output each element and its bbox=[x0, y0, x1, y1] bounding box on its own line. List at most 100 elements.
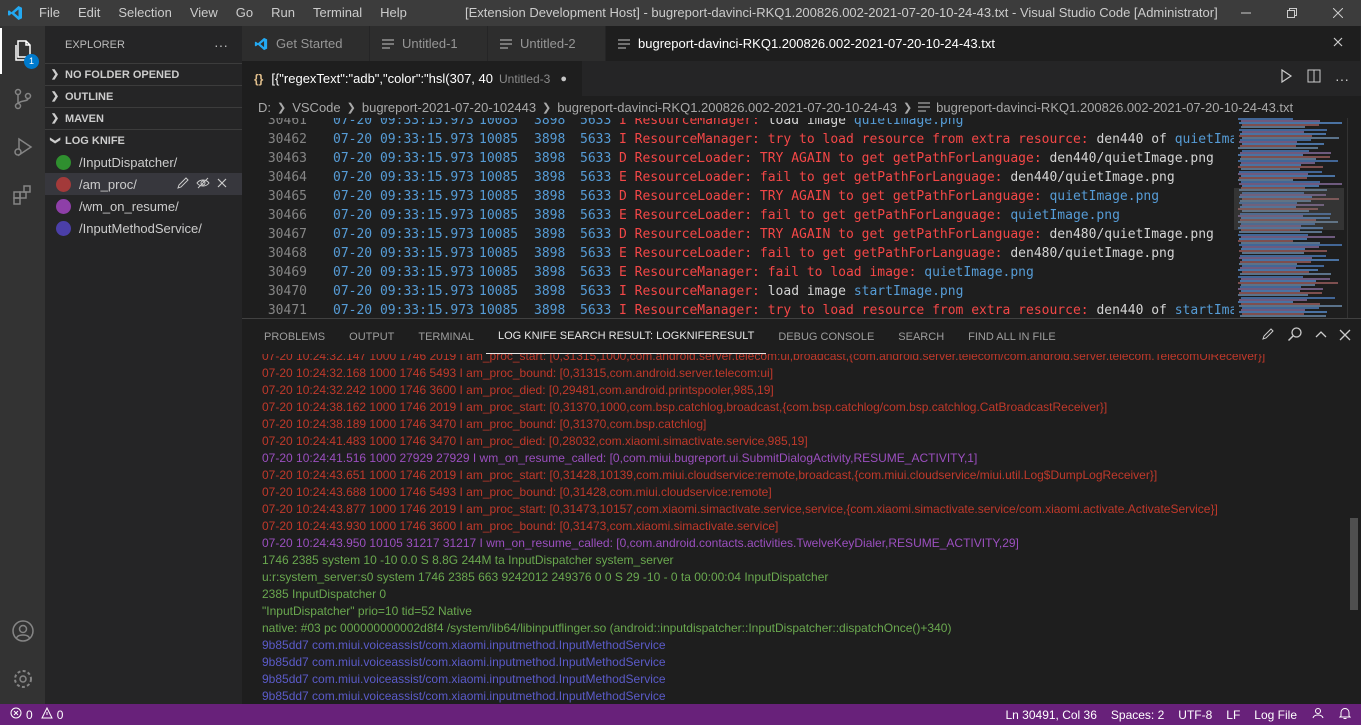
result-line[interactable]: u:r:system_server:s0 system 1746 2385 66… bbox=[262, 569, 828, 586]
tab-untitled-3[interactable]: {} [{"regexText":"adb","color":"hsl(307,… bbox=[242, 61, 582, 96]
close-icon[interactable] bbox=[216, 177, 228, 192]
more-actions-button[interactable]: ··· bbox=[214, 37, 228, 53]
extensions-icon[interactable] bbox=[0, 172, 45, 218]
eye-closed-icon[interactable] bbox=[196, 176, 210, 193]
breadcrumb-item[interactable]: bugreport-2021-07-20-102443 bbox=[362, 100, 536, 115]
menu-go[interactable]: Go bbox=[227, 0, 262, 26]
minimap-slider[interactable] bbox=[1234, 188, 1344, 230]
result-line[interactable]: native: #03 pc 000000000002d8f4 /system/… bbox=[262, 620, 951, 637]
result-line[interactable]: 2385 InputDispatcher 0 bbox=[262, 586, 386, 603]
breadcrumb-item[interactable]: D: bbox=[258, 100, 271, 115]
section-maven[interactable]: ❯ MAVEN bbox=[45, 107, 242, 129]
result-line[interactable]: 07-20 10:24:41.516 1000 27929 27929 I wm… bbox=[262, 450, 977, 467]
result-line[interactable]: 9b85dd7 com.miui.voiceassist/com.xiaomi.… bbox=[262, 688, 666, 705]
section-log-knife[interactable]: ❯ LOG KNIFE bbox=[45, 129, 242, 151]
log-tag: ResourceLoader: TRY AGAIN to get getPath… bbox=[634, 189, 1042, 204]
modified-dot-icon[interactable]: ● bbox=[560, 73, 567, 85]
source-control-icon[interactable] bbox=[0, 76, 45, 122]
feedback-icon[interactable] bbox=[1311, 707, 1325, 722]
tab-debug-console[interactable]: DEBUG CONSOLE bbox=[766, 319, 886, 354]
log-tid: 5633 bbox=[580, 151, 612, 166]
tab-find-all-in-file[interactable]: FIND ALL IN FILE bbox=[956, 319, 1068, 354]
log-filename: quietImage.png bbox=[924, 265, 1034, 280]
log-date: 07-20 09:33:15.973 bbox=[333, 227, 474, 242]
search-icon[interactable] bbox=[1287, 326, 1303, 347]
split-editor-icon[interactable] bbox=[1307, 69, 1321, 88]
tab-untitled-1[interactable]: Untitled-1 bbox=[370, 26, 488, 61]
language-mode[interactable]: Log File bbox=[1254, 708, 1297, 722]
log-knife-item-wm-on-resume[interactable]: /wm_on_resume/ bbox=[45, 195, 242, 217]
close-window-button[interactable] bbox=[1315, 0, 1361, 26]
account-icon[interactable] bbox=[0, 608, 45, 654]
result-line[interactable]: 1746 2385 system 10 -10 0.0 S 8.8G 244M … bbox=[262, 552, 674, 569]
minimize-button[interactable] bbox=[1223, 0, 1269, 26]
tab-terminal[interactable]: TERMINAL bbox=[406, 319, 486, 354]
run-debug-icon[interactable] bbox=[0, 124, 45, 170]
menu-help[interactable]: Help bbox=[371, 0, 416, 26]
panel-scrollbar[interactable] bbox=[1347, 354, 1361, 705]
breadcrumb-item[interactable]: bugreport-davinci-RKQ1.200826.002-2021-0… bbox=[557, 100, 897, 115]
log-pid: 3898 bbox=[534, 151, 566, 166]
result-line[interactable]: 07-20 10:24:38.162 1000 1746 2019 I am_p… bbox=[262, 399, 1107, 416]
editor-scrollbar[interactable] bbox=[1347, 118, 1361, 318]
menu-terminal[interactable]: Terminal bbox=[304, 0, 371, 26]
close-panel-icon[interactable] bbox=[1339, 328, 1351, 346]
problems-status[interactable]: 0 0 bbox=[10, 704, 63, 725]
breadcrumb-item[interactable]: VSCode bbox=[292, 100, 340, 115]
notifications-bell-icon[interactable] bbox=[1338, 707, 1352, 723]
menu-view[interactable]: View bbox=[181, 0, 227, 26]
end-of-line[interactable]: LF bbox=[1226, 708, 1240, 722]
result-line[interactable]: "InputDispatcher" prio=10 tid=52 Native bbox=[262, 603, 472, 620]
tab-bugreport[interactable]: bugreport-davinci-RKQ1.200826.002-2021-0… bbox=[606, 26, 1361, 61]
log-knife-item-inputdispatcher[interactable]: /InputDispatcher/ bbox=[45, 151, 242, 173]
result-line[interactable]: 07-20 10:24:32.242 1000 1746 3600 I am_p… bbox=[262, 382, 774, 399]
log-pid: 3898 bbox=[534, 118, 566, 128]
result-line[interactable]: 07-20 10:24:43.950 10105 31217 31217 I w… bbox=[262, 535, 1019, 552]
result-line[interactable]: 07-20 10:24:43.688 1000 1746 5493 I am_p… bbox=[262, 484, 772, 501]
log-knife-results[interactable]: 07-20 10:24:32.147 1000 1746 2019 I am_p… bbox=[242, 354, 1347, 705]
log-knife-item-inputmethodservice[interactable]: /InputMethodService/ bbox=[45, 217, 242, 239]
menu-edit[interactable]: Edit bbox=[69, 0, 109, 26]
edit-pencil-icon[interactable] bbox=[176, 176, 190, 193]
section-outline[interactable]: ❯ OUTLINE bbox=[45, 85, 242, 107]
menu-selection[interactable]: Selection bbox=[109, 0, 180, 26]
close-icon[interactable] bbox=[1332, 36, 1344, 51]
minimap[interactable] bbox=[1234, 118, 1344, 318]
tab-untitled-2[interactable]: Untitled-2 bbox=[488, 26, 606, 61]
result-line[interactable]: 07-20 10:24:43.651 1000 1746 2019 I am_p… bbox=[262, 467, 1157, 484]
log-tag: ResourceLoader: fail to get getPathForLa… bbox=[634, 208, 1003, 223]
edit-pencil-icon[interactable] bbox=[1261, 327, 1275, 346]
explorer-icon[interactable]: 1 bbox=[0, 28, 45, 74]
result-line[interactable]: 07-20 10:24:32.168 1000 1746 5493 I am_p… bbox=[262, 365, 773, 382]
tab-get-started[interactable]: Get Started bbox=[242, 26, 370, 61]
result-line[interactable]: 07-20 10:24:38.189 1000 1746 3470 I am_p… bbox=[262, 416, 706, 433]
result-line[interactable]: 07-20 10:24:43.930 1000 1746 3600 I am_p… bbox=[262, 518, 778, 535]
encoding[interactable]: UTF-8 bbox=[1178, 708, 1212, 722]
tab-search[interactable]: SEARCH bbox=[886, 319, 956, 354]
menu-run[interactable]: Run bbox=[262, 0, 304, 26]
menu-file[interactable]: File bbox=[30, 0, 69, 26]
result-line[interactable]: 07-20 10:24:41.483 1000 1746 3470 I am_p… bbox=[262, 433, 808, 450]
more-actions-icon[interactable]: ··· bbox=[1335, 71, 1349, 87]
tab-output[interactable]: OUTPUT bbox=[337, 319, 406, 354]
chevron-up-icon[interactable] bbox=[1315, 328, 1327, 346]
tab-problems[interactable]: PROBLEMS bbox=[252, 319, 337, 354]
tab-log-knife-search-result[interactable]: LOG KNIFE SEARCH RESULT: LOGKNIFERESULT bbox=[486, 319, 767, 354]
section-no-folder[interactable]: ❯ NO FOLDER OPENED bbox=[45, 63, 242, 85]
result-line[interactable]: 9b85dd7 com.miui.voiceassist/com.xiaomi.… bbox=[262, 654, 666, 671]
settings-gear-icon[interactable] bbox=[0, 656, 45, 702]
restore-button[interactable] bbox=[1269, 0, 1315, 26]
log-tid: 5633 bbox=[580, 246, 612, 261]
log-knife-item-am-proc[interactable]: /am_proc/ bbox=[45, 173, 242, 195]
result-line[interactable]: 07-20 10:24:43.877 1000 1746 2019 I am_p… bbox=[262, 501, 1218, 518]
indentation[interactable]: Spaces: 2 bbox=[1111, 708, 1164, 722]
result-line[interactable]: 9b85dd7 com.miui.voiceassist/com.xiaomi.… bbox=[262, 671, 666, 688]
log-text: load image bbox=[767, 284, 846, 299]
cursor-position[interactable]: Ln 30491, Col 36 bbox=[1006, 708, 1097, 722]
result-line[interactable]: 9b85dd7 com.miui.voiceassist/com.xiaomi.… bbox=[262, 637, 666, 654]
code-line: 30469 07-20 09:33:15.973 10085 3898 5633 E Re… bbox=[242, 263, 1232, 282]
result-line[interactable]: 07-20 10:24:32.147 1000 1746 2019 I am_p… bbox=[262, 354, 1265, 365]
breadcrumb-item[interactable]: bugreport-davinci-RKQ1.200826.002-2021-0… bbox=[936, 100, 1293, 115]
run-play-icon[interactable] bbox=[1279, 68, 1293, 88]
code-editor[interactable]: 30461 07-20 09:33:15.973 10085 3898 5633 I Re… bbox=[242, 118, 1361, 318]
